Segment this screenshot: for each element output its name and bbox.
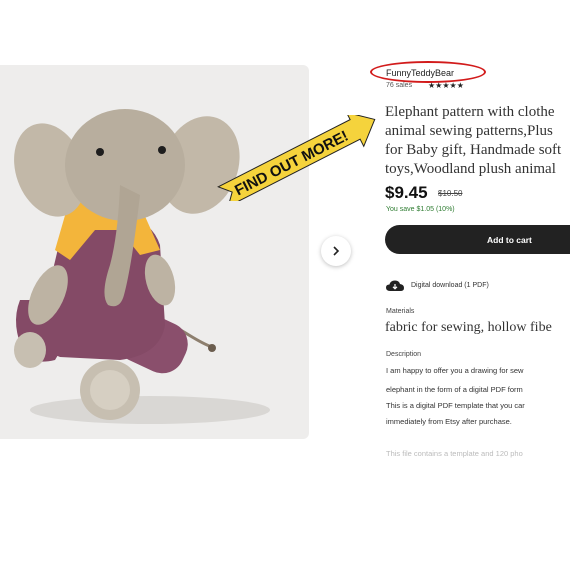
product-title: Elephant pattern with clothe animal sewi… [385,103,561,179]
digital-download-info: Digital download (1 PDF) [411,282,489,289]
materials-value: fabric for sewing, hollow fibe [385,320,552,335]
description-line: This file contains a template and 120 ph… [386,449,523,458]
product-title-line: animal sewing patterns,Plus [385,123,553,139]
shop-name-link[interactable]: FunnyTeddyBear [386,68,454,78]
description-line: I am happy to offer you a drawing for se… [386,366,524,375]
sales-count: 76 sales [386,82,413,89]
product-title-line: Elephant pattern with clothe [385,104,555,120]
materials-label: Materials [386,308,415,315]
product-title-line: toys,Woodland plush animal [385,161,556,177]
description-line: immediately from Etsy after purchase. [386,417,512,426]
price: $9.45 [385,183,428,202]
add-to-cart-button[interactable]: Add to cart [385,225,570,254]
description-label: Description [386,351,422,358]
banner-text: FIND OUT MORE! [232,127,351,199]
original-price: $10.50 [438,189,463,198]
find-out-more-banner[interactable]: FIND OUT MORE! [212,115,387,201]
product-title-line: for Baby gift, Handmade soft [385,142,562,158]
rating-stars[interactable]: ★★★★★ [428,81,464,90]
savings-text: You save $1.05 (10%) [386,206,455,213]
chevron-right-icon [333,246,340,256]
next-image-button[interactable] [321,236,351,266]
description-line: This is a digital PDF template that you … [386,401,525,410]
description-line: elephant in the form of a digital PDF fo… [386,385,523,394]
cloud-download-icon [386,280,404,291]
add-to-cart-label: Add to cart [487,234,532,245]
